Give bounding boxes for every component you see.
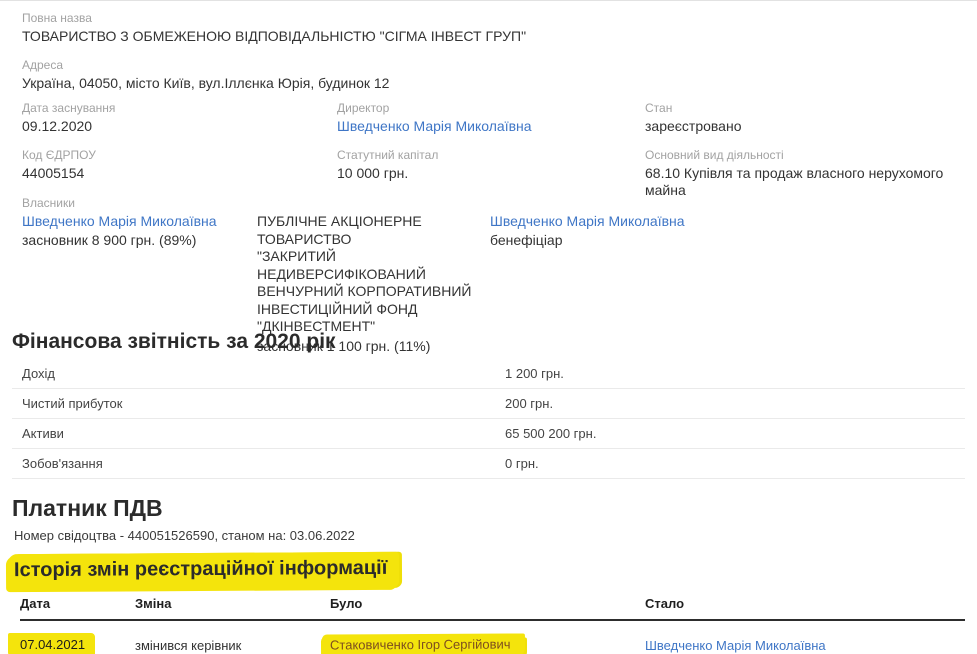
info-row-1: Дата заснування 09.12.2020 Директор Швед… [22,101,965,135]
edrpou-field: Код ЄДРПОУ 44005154 [22,148,337,199]
owner-item: Шведченко Марія Миколаївна бенефіціар [490,213,965,355]
table-row: Чистий прибуток 200 грн. [12,389,965,419]
fin-row-value: 200 грн. [505,396,553,411]
highlighted-was-link[interactable]: Стаковиченко Ігор Сергійович [322,633,525,654]
history-was-cell: Стаковиченко Ігор Сергійович [330,634,645,654]
founded-value: 09.12.2020 [22,118,337,135]
fin-row-value: 1 200 грн. [505,366,564,381]
director-link[interactable]: Шведченко Марія Миколаївна [337,118,645,135]
owner-3-link[interactable]: Шведченко Марія Миколаївна [490,213,965,230]
address-field: Адреса Україна, 04050, місто Київ, вул.І… [22,58,389,92]
address-label: Адреса [22,58,389,72]
full-name-label: Повна назва [22,11,526,25]
company-profile-page: Повна назва ТОВАРИСТВО З ОБМЕЖЕНОЮ ВІДПО… [0,0,977,654]
status-field: Стан зареєстровано [645,101,965,135]
fin-row-value: 65 500 200 грн. [505,426,596,441]
activity-value: 68.10 Купівля та продаж власного нерухом… [645,165,965,199]
status-value: зареєстровано [645,118,965,135]
address-value: Україна, 04050, місто Київ, вул.Іллєнка … [22,75,389,92]
history-became-link[interactable]: Шведченко Марія Миколаївна [645,638,965,653]
fin-row-label: Чистий прибуток [12,396,505,411]
history-change-cell: змінився керівник [135,638,330,653]
history-table: Дата Зміна Було Стало 07.04.2021 змінивс… [20,596,965,654]
column-header-change: Зміна [135,596,330,611]
table-row: Дохід 1 200 грн. [12,359,965,389]
history-date-cell: 07.04.2021 [20,633,135,654]
full-name-value: ТОВАРИСТВО З ОБМЕЖЕНОЮ ВІДПОВІДАЛЬНІСТЮ … [22,28,526,45]
history-table-header: Дата Зміна Було Стало [20,596,965,621]
vat-title: Платник ПДВ [12,495,163,521]
history-title: Історія змін реєстраційної інформації [14,557,387,581]
table-row: Зобов'язання 0 грн. [12,449,965,479]
director-field: Директор Шведченко Марія Миколаївна [337,101,645,135]
table-row: Активи 65 500 200 грн. [12,419,965,449]
capital-field: Статутний капітал 10 000 грн. [337,148,645,199]
director-label: Директор [337,101,645,115]
founded-field: Дата заснування 09.12.2020 [22,101,337,135]
full-name-field: Повна назва ТОВАРИСТВО З ОБМЕЖЕНОЮ ВІДПО… [22,11,526,45]
column-header-date: Дата [20,596,135,611]
fin-row-label: Зобов'язання [12,456,505,471]
status-label: Стан [645,101,965,115]
owner-1-link[interactable]: Шведченко Марія Миколаївна [22,213,257,230]
activity-field: Основний вид діяльності 68.10 Купівля та… [645,148,965,199]
owner-1-role: засновник 8 900 грн. (89%) [22,232,257,250]
vat-details: Номер свідоцтва - 440051526590, станом н… [14,528,355,544]
column-header-became: Стало [645,596,965,611]
column-header-was: Було [330,596,645,611]
owner-3-role: бенефіціар [490,232,965,250]
owner-2-name: ПУБЛІЧНЕ АКЦІОНЕРНЕ ТОВАРИСТВО "ЗАКРИТИЙ… [257,213,480,336]
info-row-2: Код ЄДРПОУ 44005154 Статутний капітал 10… [22,148,965,199]
edrpou-label: Код ЄДРПОУ [22,148,337,162]
capital-label: Статутний капітал [337,148,645,162]
financials-table: Дохід 1 200 грн. Чистий прибуток 200 грн… [12,359,965,479]
highlight-marker: Історія змін реєстраційної інформації [8,552,400,590]
fin-row-label: Дохід [12,366,505,381]
fin-row-label: Активи [12,426,505,441]
owners-label: Власники [22,196,965,210]
capital-value: 10 000 грн. [337,165,645,182]
history-title-wrap: Історія змін реєстраційної інформації [14,553,399,589]
activity-label: Основний вид діяльності [645,148,965,162]
table-row: 07.04.2021 змінився керівник Стаковиченк… [20,621,965,654]
edrpou-value: 44005154 [22,165,337,182]
fin-row-value: 0 грн. [505,456,539,471]
financials-title: Фінансова звітність за 2020 рік [12,329,336,355]
highlighted-date: 07.04.2021 [8,633,95,654]
founded-label: Дата заснування [22,101,337,115]
